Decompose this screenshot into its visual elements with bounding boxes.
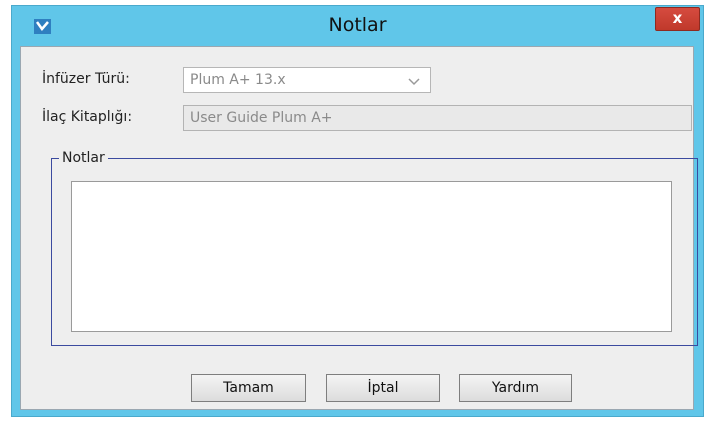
drug-library-label: İlaç Kitaplığı: — [42, 109, 133, 125]
notes-group-label: Notlar — [59, 150, 108, 166]
background-strip — [0, 417, 714, 426]
infuser-type-value: Plum A+ 13.x — [190, 72, 286, 88]
notes-dialog: Notlar x İnfüzer Türü: Plum A+ 13.x İlaç… — [11, 5, 704, 417]
help-button[interactable]: Yardım — [459, 374, 572, 402]
infuser-type-label: İnfüzer Türü: — [42, 71, 130, 87]
chevron-down-icon[interactable] — [408, 76, 420, 86]
dialog-body: İnfüzer Türü: Plum A+ 13.x İlaç Kitaplığ… — [20, 46, 698, 410]
title-bar[interactable]: Notlar x — [12, 6, 703, 46]
drug-library-field: User Guide Plum A+ — [183, 105, 692, 131]
ok-button[interactable]: Tamam — [191, 374, 306, 402]
window-title: Notlar — [328, 14, 387, 36]
cancel-button[interactable]: İptal — [326, 374, 440, 402]
close-button[interactable]: x — [655, 7, 700, 31]
infuser-type-dropdown[interactable]: Plum A+ 13.x — [183, 67, 431, 93]
notes-textarea[interactable] — [71, 181, 672, 332]
